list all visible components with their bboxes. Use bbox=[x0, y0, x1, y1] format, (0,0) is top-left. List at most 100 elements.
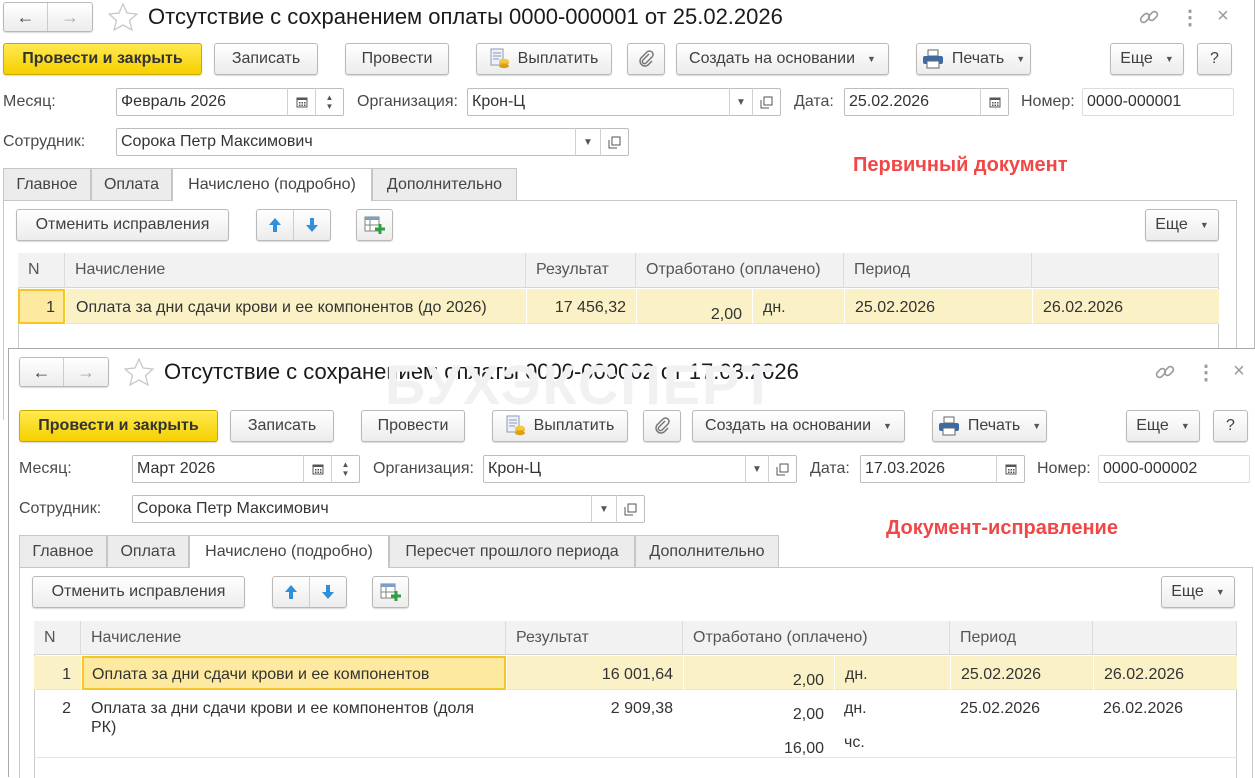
help-button[interactable]: ? bbox=[1213, 410, 1248, 442]
help-button[interactable]: ? bbox=[1197, 43, 1232, 75]
link-icon[interactable] bbox=[1139, 7, 1159, 27]
cell-result[interactable]: 17 456,32 bbox=[526, 289, 636, 324]
number-field[interactable]: 0000-000002 bbox=[1098, 455, 1250, 483]
table-row[interactable]: 2 Оплата за дни сдачи крови и ее компонен… bbox=[34, 690, 1237, 758]
more-button[interactable]: Еще ▼ bbox=[1126, 410, 1200, 442]
column-header[interactable]: Начисление bbox=[65, 253, 526, 288]
back-button[interactable]: ← bbox=[20, 358, 65, 386]
cell-accrual[interactable]: Оплата за дни сдачи крови и ее компонент… bbox=[65, 289, 526, 324]
more-button[interactable]: Еще ▼ bbox=[1110, 43, 1184, 75]
column-header[interactable]: Отработано (оплачено) bbox=[636, 253, 844, 288]
employee-field[interactable]: Сорока Петр Максимович ▼ bbox=[116, 128, 629, 156]
cell-result[interactable]: 2 909,38 bbox=[506, 690, 683, 758]
calendar-icon[interactable] bbox=[303, 455, 331, 483]
tab-4[interactable]: Дополнительно bbox=[372, 168, 517, 200]
cell-n[interactable]: 1 bbox=[18, 289, 65, 324]
dropdown-icon[interactable]: ▼ bbox=[729, 88, 752, 116]
cell-to[interactable]: 26.02.2026 bbox=[1032, 289, 1219, 324]
column-header[interactable]: Период bbox=[844, 253, 1032, 288]
month-field[interactable]: Февраль 2026 ▲ ▼ bbox=[116, 88, 344, 116]
favorite-star-icon[interactable] bbox=[124, 358, 154, 386]
cell-units[interactable]: дн. bbox=[752, 289, 844, 324]
tab-2[interactable]: Оплата bbox=[107, 535, 189, 567]
dropdown-icon[interactable]: ▼ bbox=[575, 128, 600, 156]
table-row[interactable]: 1 Оплата за дни сдачи крови и ее компонен… bbox=[34, 656, 1237, 690]
cell-from[interactable]: 25.02.2026 bbox=[950, 656, 1093, 690]
link-icon[interactable] bbox=[1155, 362, 1175, 382]
tab-1[interactable]: Главное bbox=[19, 535, 107, 567]
dropdown-icon[interactable]: ▼ bbox=[745, 455, 768, 483]
cell-result[interactable]: 16 001,64 bbox=[506, 656, 683, 690]
move-down-button[interactable] bbox=[310, 577, 346, 607]
pay-button[interactable]: Выплатить bbox=[476, 43, 612, 75]
column-header[interactable] bbox=[1032, 253, 1219, 288]
month-spinner[interactable]: ▲ ▼ bbox=[315, 88, 343, 116]
attach-button[interactable] bbox=[627, 43, 665, 75]
open-icon[interactable] bbox=[616, 495, 644, 523]
column-header[interactable]: Результат bbox=[526, 253, 636, 288]
open-icon[interactable] bbox=[752, 88, 780, 116]
cell-to[interactable]: 26.02.2026 bbox=[1093, 656, 1237, 690]
cell-to[interactable]: 26.02.2026 bbox=[1093, 690, 1237, 758]
print-button[interactable]: Печать ▼ bbox=[932, 410, 1047, 442]
favorite-star-icon[interactable] bbox=[108, 3, 138, 31]
forward-button[interactable]: → bbox=[64, 358, 108, 386]
print-button[interactable]: Печать ▼ bbox=[916, 43, 1031, 75]
organization-field[interactable]: Крон-Ц ▼ bbox=[467, 88, 781, 116]
cell-accrual[interactable]: Оплата за дни сдачи крови и ее компонент… bbox=[81, 656, 506, 690]
close-icon[interactable]: × bbox=[1215, 5, 1231, 29]
date-field[interactable]: 17.03.2026 bbox=[860, 455, 1025, 483]
column-header[interactable] bbox=[1093, 621, 1237, 655]
cell-worked[interactable]: 2,00 16,00 bbox=[683, 690, 834, 758]
open-icon[interactable] bbox=[600, 128, 628, 156]
cell-accrual[interactable]: Оплата за дни сдачи крови и ее компонент… bbox=[81, 690, 506, 758]
panel-more-button[interactable]: Еще ▼ bbox=[1161, 576, 1235, 608]
month-spinner[interactable]: ▲ ▼ bbox=[331, 455, 359, 483]
cell-from[interactable]: 25.02.2026 bbox=[844, 289, 1032, 324]
move-up-button[interactable] bbox=[257, 210, 294, 240]
cell-n[interactable]: 1 bbox=[34, 656, 81, 690]
post-and-close-button[interactable]: Провести и закрыть bbox=[3, 43, 202, 75]
tab-3[interactable]: Начислено (подробно) bbox=[189, 535, 389, 568]
cell-n[interactable]: 2 bbox=[34, 690, 81, 758]
column-header[interactable]: Отработано (оплачено) bbox=[683, 621, 950, 655]
tab-2[interactable]: Оплата bbox=[91, 168, 172, 200]
create-based-on-button[interactable]: Создать на основании ▼ bbox=[676, 43, 889, 75]
cancel-corrections-button[interactable]: Отменить исправления bbox=[16, 209, 229, 241]
open-icon[interactable] bbox=[768, 455, 796, 483]
tab-4[interactable]: Пересчет прошлого периода bbox=[389, 535, 635, 567]
save-button[interactable]: Записать bbox=[214, 43, 318, 75]
post-and-close-button[interactable]: Провести и закрыть bbox=[19, 410, 218, 442]
calendar-icon[interactable] bbox=[287, 88, 315, 116]
more-actions-icon[interactable]: ⋮ bbox=[1180, 5, 1200, 29]
move-up-button[interactable] bbox=[273, 577, 310, 607]
number-field[interactable]: 0000-000001 bbox=[1082, 88, 1234, 116]
close-icon[interactable]: × bbox=[1231, 360, 1247, 384]
panel-more-button[interactable]: Еще ▼ bbox=[1145, 209, 1219, 241]
date-field[interactable]: 25.02.2026 bbox=[844, 88, 1009, 116]
organization-field[interactable]: Крон-Ц ▼ bbox=[483, 455, 797, 483]
move-down-button[interactable] bbox=[294, 210, 330, 240]
cancel-corrections-button[interactable]: Отменить исправления bbox=[32, 576, 245, 608]
column-header[interactable]: Результат bbox=[506, 621, 683, 655]
cell-units[interactable]: дн. чс. bbox=[834, 690, 950, 758]
forward-button[interactable]: → bbox=[48, 3, 92, 31]
tab-5[interactable]: Дополнительно bbox=[635, 535, 779, 567]
column-header[interactable]: Период bbox=[950, 621, 1093, 655]
month-field[interactable]: Март 2026 ▲ ▼ bbox=[132, 455, 360, 483]
back-button[interactable]: ← bbox=[4, 3, 49, 31]
cell-worked[interactable]: 2,00 bbox=[636, 289, 752, 324]
column-header[interactable]: Начисление bbox=[81, 621, 506, 655]
dropdown-icon[interactable]: ▼ bbox=[591, 495, 616, 523]
cell-units[interactable]: дн. bbox=[834, 656, 950, 690]
employee-field[interactable]: Сорока Петр Максимович ▼ bbox=[132, 495, 645, 523]
add-row-table-button[interactable] bbox=[356, 209, 393, 241]
tab-1[interactable]: Главное bbox=[3, 168, 91, 200]
add-row-table-button[interactable] bbox=[372, 576, 409, 608]
column-header[interactable]: N bbox=[18, 253, 65, 288]
save-button[interactable]: Записать bbox=[230, 410, 334, 442]
more-actions-icon[interactable]: ⋮ bbox=[1196, 360, 1216, 384]
table-row[interactable]: 1 Оплата за дни сдачи крови и ее компонен… bbox=[18, 289, 1219, 324]
post-button[interactable]: Провести bbox=[345, 43, 449, 75]
tab-3[interactable]: Начислено (подробно) bbox=[172, 168, 372, 201]
